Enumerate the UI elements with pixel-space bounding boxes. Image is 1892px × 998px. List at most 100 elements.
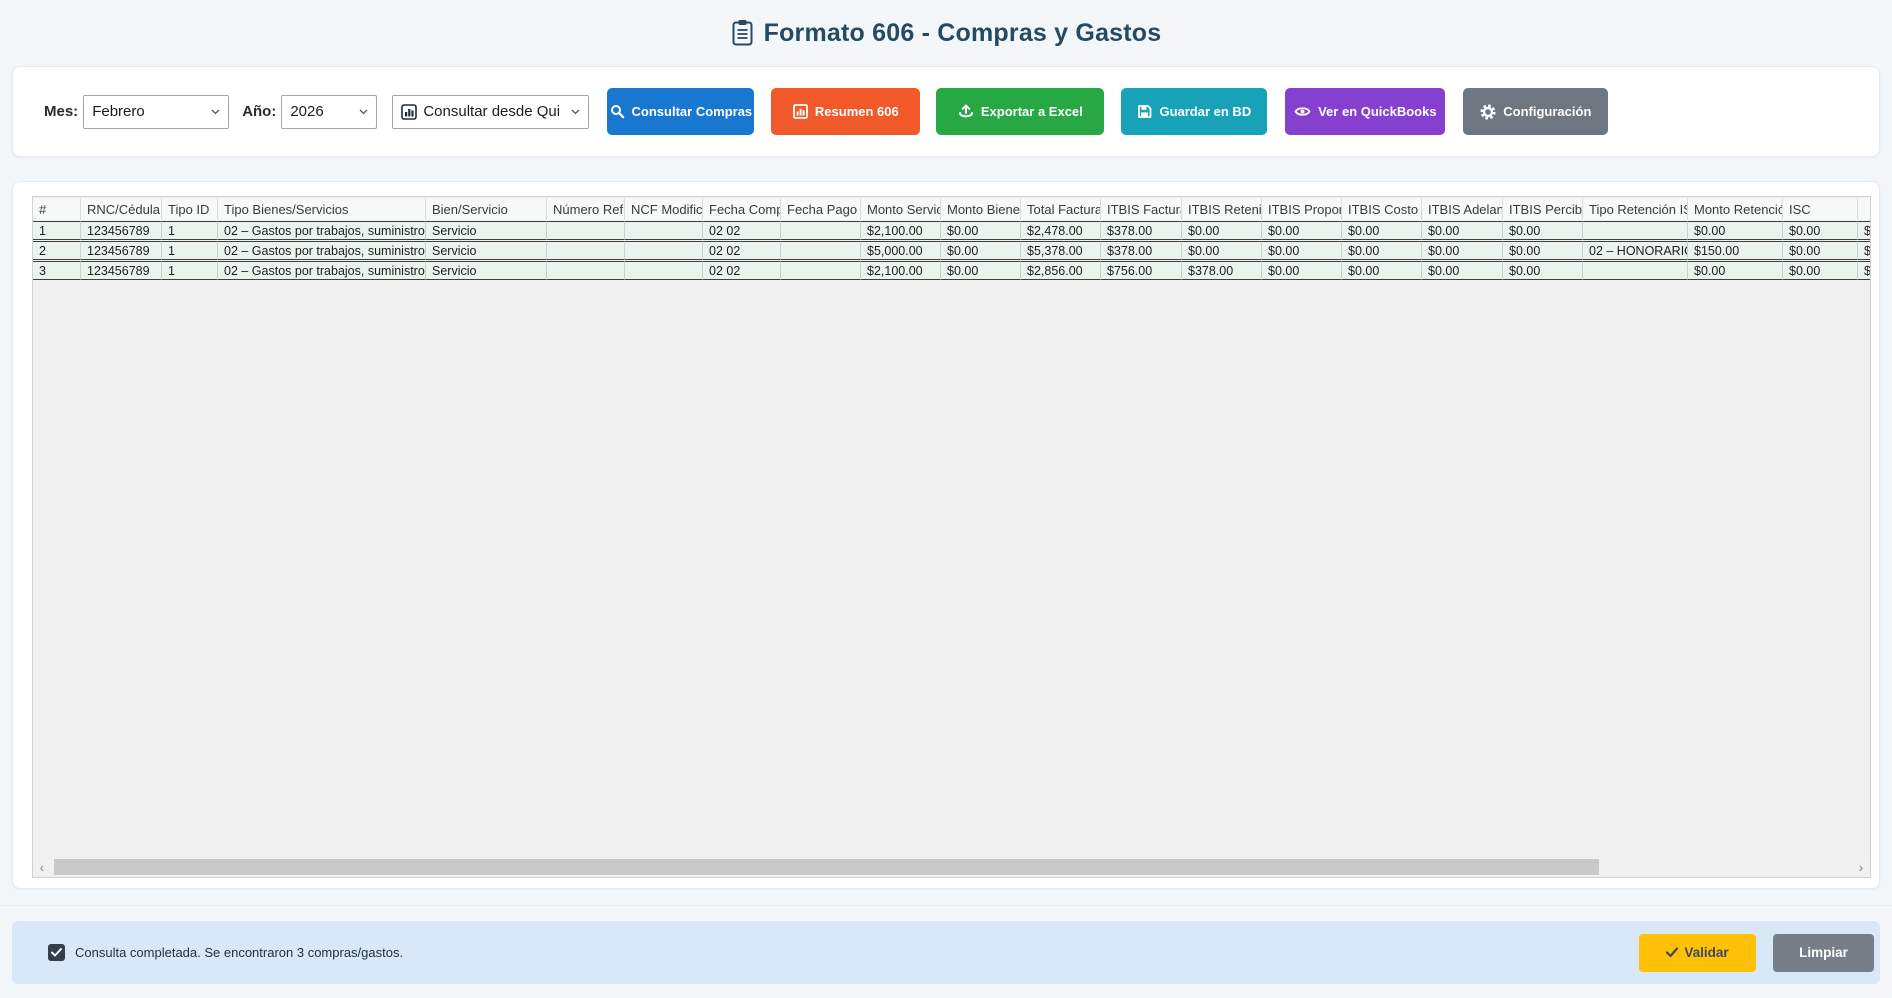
grid-cell[interactable]: $0.00 (1262, 221, 1342, 240)
grid-cell[interactable]: $0.00 (941, 261, 1021, 280)
grid-cell[interactable]: 123456789 (81, 241, 162, 260)
grid-cell[interactable]: $0.00 (1422, 221, 1503, 240)
grid-header-cell[interactable]: Número Ref. (547, 198, 625, 220)
grid-header-cell[interactable]: Monto Biene: (941, 198, 1021, 220)
grid-row[interactable]: 3123456789102 – Gastos por trabajos, sum… (33, 261, 1871, 280)
grid-cell[interactable]: Servicio (426, 261, 547, 280)
grid-header-cell[interactable]: Bien/Servicio (426, 198, 547, 220)
grid-cell[interactable] (547, 261, 625, 280)
grid-cell[interactable]: Servicio (426, 221, 547, 240)
grid-cell[interactable] (1583, 261, 1688, 280)
save-db-button[interactable]: Guardar en BD (1121, 88, 1267, 135)
grid-cell[interactable]: $2,856.00 (1021, 261, 1101, 280)
grid-cell[interactable]: $378.00 (1101, 241, 1182, 260)
scroll-right-arrow-icon[interactable]: › (1853, 859, 1869, 875)
grid-cell[interactable] (547, 241, 625, 260)
source-select[interactable]: Consultar desde QuickBooks (392, 95, 589, 129)
grid-header-cell[interactable]: ITBIS Percibid (1503, 198, 1583, 220)
view-quickbooks-button[interactable]: Ver en QuickBooks (1285, 88, 1445, 135)
grid-header-cell[interactable]: NCF Modifica (625, 198, 703, 220)
grid-cell[interactable]: $0.00 (1858, 261, 1871, 280)
grid-cell[interactable]: 1 (162, 241, 218, 260)
grid-cell[interactable] (781, 221, 861, 240)
grid-header-cell[interactable]: ITBIS Retenid (1182, 198, 1262, 220)
grid-cell[interactable]: 1 (162, 221, 218, 240)
grid-cell[interactable]: $0.00 (1342, 261, 1422, 280)
grid-cell[interactable]: $150.00 (1688, 241, 1783, 260)
grid-header-cell[interactable]: ITBIS Costo (1342, 198, 1422, 220)
clear-button[interactable]: Limpiar (1773, 934, 1874, 972)
scrollbar-track[interactable] (50, 859, 1853, 875)
grid-header-cell[interactable]: ITBIS Proporc (1262, 198, 1342, 220)
grid-header-cell[interactable]: Tipo Retención IS (1583, 198, 1688, 220)
resumen-606-button[interactable]: Resumen 606 (771, 88, 920, 135)
grid-cell[interactable]: Servicio (426, 241, 547, 260)
consult-purchases-button[interactable]: Consultar Compras (607, 88, 754, 135)
grid-header-cell[interactable]: # (33, 198, 81, 220)
grid-cell[interactable]: 02 02 (703, 221, 781, 240)
grid-header-cell[interactable]: RNC/Cédula (81, 198, 162, 220)
grid-cell[interactable] (625, 221, 703, 240)
grid-header-cell[interactable]: Tipo ID (162, 198, 218, 220)
grid-cell[interactable]: $378.00 (1182, 261, 1262, 280)
grid-cell[interactable]: $0.00 (1182, 221, 1262, 240)
horizontal-scrollbar[interactable]: ‹ › (34, 859, 1869, 875)
grid-cell[interactable] (781, 241, 861, 260)
grid-cell[interactable]: $2,100.00 (861, 221, 941, 240)
grid-cell[interactable]: $0.00 (1503, 221, 1583, 240)
grid-cell[interactable]: 02 – Gastos por trabajos, suministros (218, 241, 426, 260)
grid-header-cell[interactable] (1858, 198, 1871, 220)
year-select[interactable]: 2026 (281, 95, 377, 129)
grid-cell[interactable]: 2 (33, 241, 81, 260)
grid-cell[interactable]: 123456789 (81, 221, 162, 240)
grid-header-cell[interactable]: Monto Retención (1688, 198, 1783, 220)
grid-cell[interactable] (781, 261, 861, 280)
grid-cell[interactable]: $0.00 (1688, 221, 1783, 240)
grid-cell[interactable]: $0.00 (941, 221, 1021, 240)
grid-cell[interactable]: $378.00 (1101, 221, 1182, 240)
grid-cell[interactable]: $0.00 (1342, 241, 1422, 260)
grid-cell[interactable]: $5,378.00 (1021, 241, 1101, 260)
grid-cell[interactable]: 3 (33, 261, 81, 280)
grid-cell[interactable]: $0.00 (1783, 261, 1858, 280)
configuration-button[interactable]: Configuración (1463, 88, 1608, 135)
grid-cell[interactable]: 02 – Gastos por trabajos, suministros (218, 261, 426, 280)
status-checkbox[interactable] (48, 944, 65, 961)
grid-cell[interactable]: $0.00 (1688, 261, 1783, 280)
grid-cell[interactable]: $0.00 (1858, 221, 1871, 240)
grid-header-cell[interactable]: ISC (1783, 198, 1858, 220)
export-excel-button[interactable]: Exportar a Excel (936, 88, 1104, 135)
grid-cell[interactable]: 02 – HONORARIOS (1583, 241, 1688, 260)
grid-cell[interactable] (625, 241, 703, 260)
grid-cell[interactable]: $0.00 (1858, 241, 1871, 260)
grid-cell[interactable]: 02 02 (703, 241, 781, 260)
grid-header-cell[interactable]: Fecha Pago (781, 198, 861, 220)
grid-cell[interactable]: $0.00 (1783, 221, 1858, 240)
grid-cell[interactable]: $756.00 (1101, 261, 1182, 280)
grid-cell[interactable]: $0.00 (1503, 261, 1583, 280)
scroll-left-arrow-icon[interactable]: ‹ (34, 859, 50, 875)
scrollbar-thumb[interactable] (54, 859, 1599, 875)
grid-cell[interactable]: $0.00 (1503, 241, 1583, 260)
grid-row[interactable]: 2123456789102 – Gastos por trabajos, sum… (33, 241, 1871, 260)
grid-cell[interactable]: $0.00 (1182, 241, 1262, 260)
grid-cell[interactable]: $0.00 (1262, 261, 1342, 280)
grid-header-cell[interactable]: Monto Servic (861, 198, 941, 220)
grid-cell[interactable]: $0.00 (1342, 221, 1422, 240)
grid-cell[interactable]: $0.00 (1422, 241, 1503, 260)
validate-button[interactable]: Validar (1639, 934, 1756, 972)
grid-cell[interactable] (625, 261, 703, 280)
grid-cell[interactable] (547, 221, 625, 240)
grid-header-cell[interactable]: Total Facturac (1021, 198, 1101, 220)
grid-cell[interactable]: $2,100.00 (861, 261, 941, 280)
grid-header-cell[interactable]: Tipo Bienes/Servicios (218, 198, 426, 220)
grid-header-cell[interactable]: Fecha Compr (703, 198, 781, 220)
grid-cell[interactable]: $0.00 (941, 241, 1021, 260)
grid-cell[interactable]: 123456789 (81, 261, 162, 280)
grid-cell[interactable]: $0.00 (1422, 261, 1503, 280)
grid-cell[interactable]: 02 – Gastos por trabajos, suministros (218, 221, 426, 240)
grid-cell[interactable]: $5,000.00 (861, 241, 941, 260)
month-select[interactable]: Febrero (83, 95, 229, 129)
grid-cell[interactable]: 1 (33, 221, 81, 240)
grid-cell[interactable]: $0.00 (1783, 241, 1858, 260)
